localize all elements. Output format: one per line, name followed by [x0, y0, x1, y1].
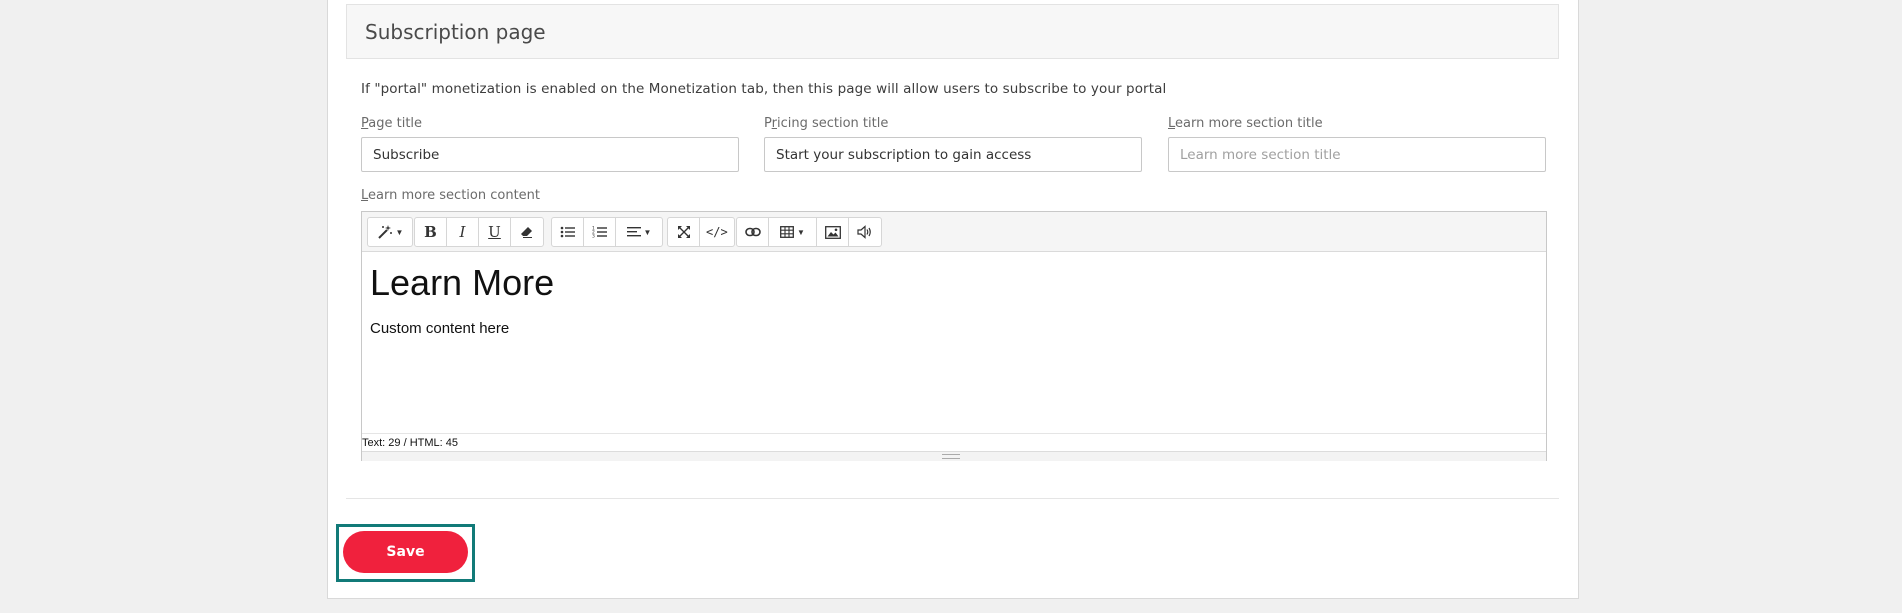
font-style-group: B I U	[414, 217, 544, 247]
pricing-title-input[interactable]	[764, 137, 1142, 172]
bold-button[interactable]: B	[415, 218, 447, 246]
content-paragraph: Custom content here	[370, 320, 510, 338]
code-view-button[interactable]: </>	[700, 218, 734, 246]
magic-wand-icon	[377, 224, 393, 240]
bold-icon: B	[424, 223, 437, 241]
align-dropdown-button[interactable]: ▼	[616, 218, 662, 246]
paragraph-group: 123 ▼	[551, 217, 663, 247]
section-divider	[346, 498, 1559, 499]
learn-more-title-label: Learn more section title	[1168, 116, 1323, 131]
page-title-label: Page title	[361, 116, 423, 131]
audio-icon	[857, 225, 873, 239]
image-button[interactable]	[817, 218, 849, 246]
style-group: ▼	[367, 217, 413, 247]
image-icon	[824, 225, 841, 239]
chevron-down-icon: ▼	[797, 227, 805, 237]
insert-group: ▼	[736, 217, 882, 247]
chevron-down-icon: ▼	[643, 227, 652, 237]
audio-button[interactable]	[849, 218, 881, 246]
align-icon	[626, 226, 641, 238]
learn-more-title-input[interactable]	[1168, 137, 1546, 172]
pricing-title-label: Pricing section title	[764, 116, 889, 131]
code-view-icon: </>	[706, 225, 728, 239]
underline-button[interactable]: U	[479, 218, 511, 246]
resize-grip-icon	[942, 454, 960, 459]
fullscreen-icon	[677, 225, 691, 239]
eraser-icon	[520, 225, 534, 239]
rich-text-editor: ▼ B I U 1 2 3 ▼ </> ▼ Learn More Custom …	[361, 211, 1547, 461]
italic-button[interactable]: I	[447, 218, 479, 246]
learn-more-title-field-group: Learn more section title	[1168, 116, 1546, 172]
subscription-page-card: Subscription page If "portal" monetizati…	[327, 0, 1579, 599]
style-dropdown-button[interactable]: ▼	[368, 218, 412, 246]
save-button[interactable]: Save	[343, 531, 468, 573]
table-dropdown-button[interactable]: ▼	[769, 218, 817, 246]
editor-status-counter: Text: 29 / HTML: 45	[362, 433, 1546, 451]
editor-resize-handle[interactable]	[362, 451, 1546, 461]
clear-format-button[interactable]	[511, 218, 543, 246]
unordered-list-button[interactable]	[552, 218, 584, 246]
view-group: </>	[667, 217, 735, 247]
fullscreen-button[interactable]	[668, 218, 700, 246]
chevron-down-icon: ▼	[395, 227, 404, 237]
section-header: Subscription page	[346, 4, 1559, 59]
table-icon	[780, 226, 794, 238]
pricing-title-field-group: Pricing section title	[764, 116, 1142, 172]
svg-text:3: 3	[592, 234, 595, 240]
content-heading: Learn More	[370, 262, 555, 303]
ordered-list-button[interactable]: 123	[584, 218, 616, 246]
ordered-list-icon: 123	[592, 225, 608, 239]
section-description: If "portal" monetization is enabled on t…	[361, 81, 1167, 97]
editor-content-area[interactable]: Learn More Custom content here	[362, 253, 1546, 433]
editor-toolbar: ▼ B I U 1 2 3 ▼ </> ▼	[362, 212, 1546, 252]
link-button[interactable]	[737, 218, 769, 246]
link-icon	[744, 227, 761, 237]
unordered-list-icon	[560, 225, 576, 239]
learn-more-content-label: Learn more section content	[361, 188, 540, 203]
page-title-field-group: Page title	[361, 116, 739, 172]
underline-icon: U	[488, 223, 501, 241]
section-title: Subscription page	[365, 20, 546, 44]
page-title-input[interactable]	[361, 137, 739, 172]
italic-icon: I	[459, 223, 466, 241]
